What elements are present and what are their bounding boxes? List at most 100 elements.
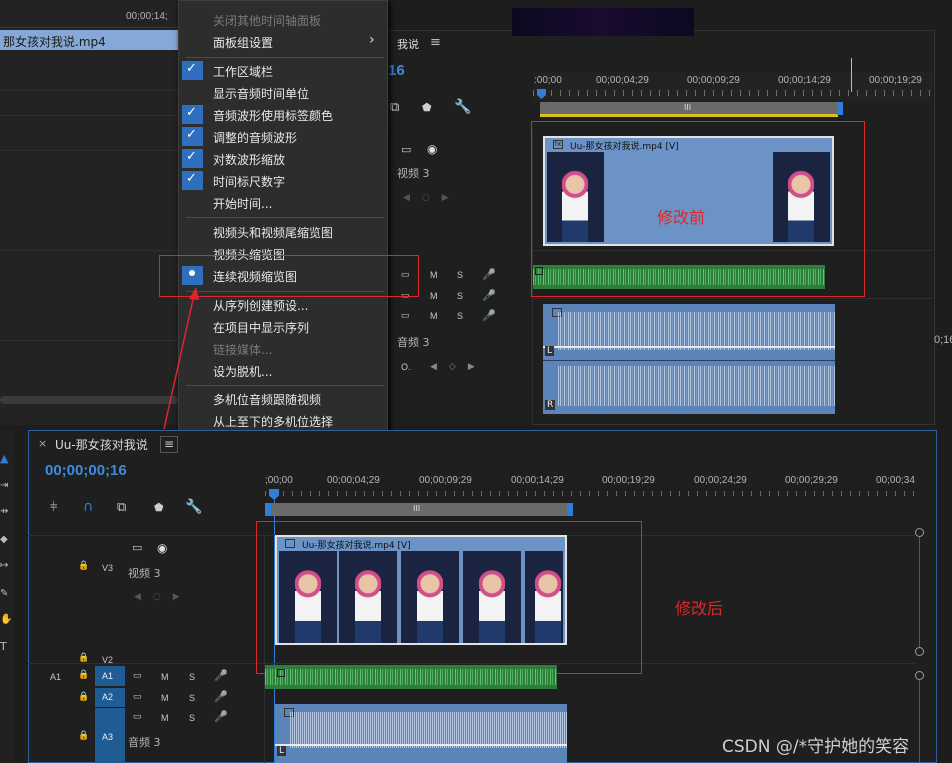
lower-vscroll-line-2 bbox=[919, 680, 920, 763]
menu-item-reveal-in-project[interactable]: 在项目中显示序列 bbox=[213, 319, 309, 336]
lower-v3-film-icon[interactable]: ▭ bbox=[132, 541, 142, 554]
upper-timeline-title[interactable]: 我说 bbox=[397, 36, 419, 52]
linked-selection-icon[interactable]: ⧉ bbox=[117, 500, 126, 515]
upper-video3-label: 视频 3 bbox=[397, 167, 430, 180]
selection-tool-icon[interactable]: ▲ bbox=[0, 452, 12, 466]
lower-a2-mic-icon[interactable]: 🎤 bbox=[214, 690, 228, 703]
razor-icon[interactable]: ◆ bbox=[0, 534, 8, 545]
upper-v3-eye-icon[interactable]: ◉ bbox=[427, 142, 437, 156]
menu-item-close-others[interactable]: 关闭其他时间轴面板 bbox=[213, 12, 321, 29]
lower-ruler[interactable]: ;00;00 00;00;04;29 00;00;09;29 00;00;14;… bbox=[265, 472, 915, 502]
upper-timeline-menu-icon[interactable]: ≡ bbox=[430, 35, 441, 50]
upper-a1-s[interactable]: S bbox=[457, 270, 463, 280]
upper-audio-fx-icon bbox=[535, 267, 543, 275]
top-left-clip[interactable]: 那女孩对我说.mp4 bbox=[0, 30, 178, 50]
lower-a1-mic-icon[interactable]: 🎤 bbox=[214, 669, 228, 682]
upper-linked-selection-icon[interactable]: ⧉ bbox=[390, 100, 399, 115]
upper-a2-mic-icon[interactable]: 🎤 bbox=[482, 289, 496, 302]
upper-a2-s[interactable]: S bbox=[457, 291, 463, 301]
wrench-icon[interactable]: 🔧 bbox=[185, 499, 202, 515]
upper-marker-icon[interactable]: ⬟ bbox=[422, 101, 432, 114]
upper-work-area-bar[interactable]: III bbox=[540, 102, 840, 114]
lower-a1-film-icon[interactable]: ▭ bbox=[133, 670, 142, 681]
lower-ruler-label-6: 00;00;29;29 bbox=[785, 475, 838, 486]
upper-wrench-icon[interactable]: 🔧 bbox=[454, 99, 471, 115]
lower-work-area-end[interactable] bbox=[567, 503, 573, 516]
lower-timeline-title[interactable]: Uu-那女孩对我说 bbox=[55, 436, 148, 453]
lower-work-area-start[interactable] bbox=[265, 503, 271, 516]
lower-a3-m[interactable]: M bbox=[161, 713, 169, 723]
lower-red-box bbox=[256, 521, 642, 674]
lower-a1-target[interactable]: A1 bbox=[95, 666, 125, 686]
lower-work-area-bar[interactable]: III bbox=[265, 503, 573, 516]
lower-menu-icon[interactable]: ≡ bbox=[160, 436, 178, 453]
menu-item-audio-time-units[interactable]: 显示音频时间单位 bbox=[213, 85, 309, 102]
upper-v3-film-icon[interactable]: ▭ bbox=[401, 143, 411, 156]
lower-v3-lock-icon[interactable]: 🔒 bbox=[78, 561, 89, 571]
pen-icon[interactable]: ✎ bbox=[0, 588, 8, 599]
lower-v3-label[interactable]: V3 bbox=[102, 563, 113, 573]
magnet-icon[interactable]: ∩ bbox=[83, 499, 93, 515]
lower-a3-target[interactable]: A3 bbox=[95, 708, 125, 763]
lower-a3-film-icon[interactable]: ▭ bbox=[133, 711, 142, 722]
lower-a3-lock-icon[interactable]: 🔒 bbox=[78, 731, 89, 741]
lower-a2-film-icon[interactable]: ▭ bbox=[133, 691, 142, 702]
upper-audio-clip-a3[interactable]: L R bbox=[543, 304, 835, 414]
upper-timecode[interactable]: 16 bbox=[388, 62, 405, 79]
lower-timecode[interactable]: 00;00;00;16 bbox=[45, 462, 127, 479]
upper-a3-mic-icon[interactable]: 🎤 bbox=[482, 309, 496, 322]
lower-v2-label[interactable]: V2 bbox=[102, 655, 113, 665]
lower-audio-clip-a1[interactable] bbox=[265, 665, 557, 689]
track-select-icon[interactable]: ⇥ bbox=[0, 480, 8, 491]
lower-vscroll-knob-2[interactable] bbox=[915, 647, 924, 656]
upper-a2-m[interactable]: M bbox=[430, 291, 438, 301]
upper-a1-mic-icon[interactable]: 🎤 bbox=[482, 268, 496, 281]
upper-a1-m[interactable]: M bbox=[430, 270, 438, 280]
lower-a1-s[interactable]: S bbox=[189, 672, 195, 682]
menu-item-head-tail-thumbs[interactable]: 视频头和视频尾缩览图 bbox=[213, 224, 333, 241]
lower-a1-m[interactable]: M bbox=[161, 672, 169, 682]
snap-icon[interactable]: ⫩ bbox=[50, 500, 57, 515]
lower-a2-m[interactable]: M bbox=[161, 693, 169, 703]
menu-item-panel-group-settings[interactable]: 面板组设置 bbox=[213, 34, 273, 51]
menu-item-create-preset[interactable]: 从序列创建预设... bbox=[213, 297, 308, 314]
lower-v2-lock-icon[interactable]: 🔒 bbox=[78, 653, 89, 663]
menu-item-make-offline[interactable]: 设为脱机... bbox=[213, 363, 272, 380]
upper-audio-clip-a1[interactable] bbox=[533, 265, 825, 289]
lower-ruler-label-5: 00;00;24;29 bbox=[694, 475, 747, 486]
top-left-row-3 bbox=[0, 150, 178, 151]
lower-close-button[interactable]: × bbox=[38, 437, 47, 450]
upper-volume-label[interactable]: O. bbox=[401, 362, 411, 372]
lower-a3-mic-icon[interactable]: 🎤 bbox=[214, 710, 228, 723]
lower-vscroll-knob-1[interactable] bbox=[915, 528, 924, 537]
slip-icon[interactable]: ↦ bbox=[0, 560, 8, 571]
lower-a2-lock-icon[interactable]: 🔒 bbox=[78, 692, 89, 702]
hand-icon[interactable]: ✋ bbox=[0, 614, 12, 625]
upper-a3-s[interactable]: S bbox=[457, 311, 463, 321]
upper-ruler[interactable]: :00;00 00;00;04;29 00;00;09;29 00;00;14;… bbox=[533, 58, 933, 102]
upper-a3-m[interactable]: M bbox=[430, 311, 438, 321]
lower-v3-eye-icon[interactable]: ◉ bbox=[157, 541, 167, 555]
menu-item-multicam-top-down[interactable]: 从上至下的多机位选择 bbox=[213, 413, 333, 430]
lower-a1-source[interactable]: A1 bbox=[50, 672, 61, 682]
lower-a1-lock-icon[interactable]: 🔒 bbox=[78, 670, 89, 680]
marker-icon[interactable]: ⬟ bbox=[154, 501, 164, 514]
lower-vscroll-knob-3[interactable] bbox=[915, 671, 924, 680]
menu-item-multicam-audio[interactable]: 多机位音频跟随视频 bbox=[213, 391, 321, 408]
menu-item-start-time[interactable]: 开始时间... bbox=[213, 195, 272, 212]
upper-audio-wave bbox=[533, 269, 825, 285]
upper-a3-film-icon[interactable]: ▭ bbox=[401, 310, 410, 321]
ripple-edit-icon[interactable]: ⇸ bbox=[0, 506, 8, 517]
lower-a3-s[interactable]: S bbox=[189, 713, 195, 723]
lower-a2-s[interactable]: S bbox=[189, 693, 195, 703]
upper-work-area-end[interactable] bbox=[837, 102, 843, 115]
menu-item-log-waveform[interactable]: 对数波形缩放 bbox=[213, 151, 285, 168]
menu-item-link-media[interactable]: 链接媒体... bbox=[213, 341, 272, 358]
menu-item-label-color-waveform[interactable]: 音频波形使用标签颜色 bbox=[213, 107, 333, 124]
menu-item-workarea-bar[interactable]: 工作区域栏 bbox=[213, 63, 273, 80]
menu-item-rectified-waveform[interactable]: 调整的音频波形 bbox=[213, 129, 297, 146]
lower-audio-clip-a3[interactable]: L bbox=[275, 704, 567, 763]
type-icon[interactable]: T bbox=[0, 640, 7, 653]
lower-a2-target[interactable]: A2 bbox=[95, 688, 125, 707]
menu-item-ruler-numbers[interactable]: 时间标尺数字 bbox=[213, 173, 285, 190]
